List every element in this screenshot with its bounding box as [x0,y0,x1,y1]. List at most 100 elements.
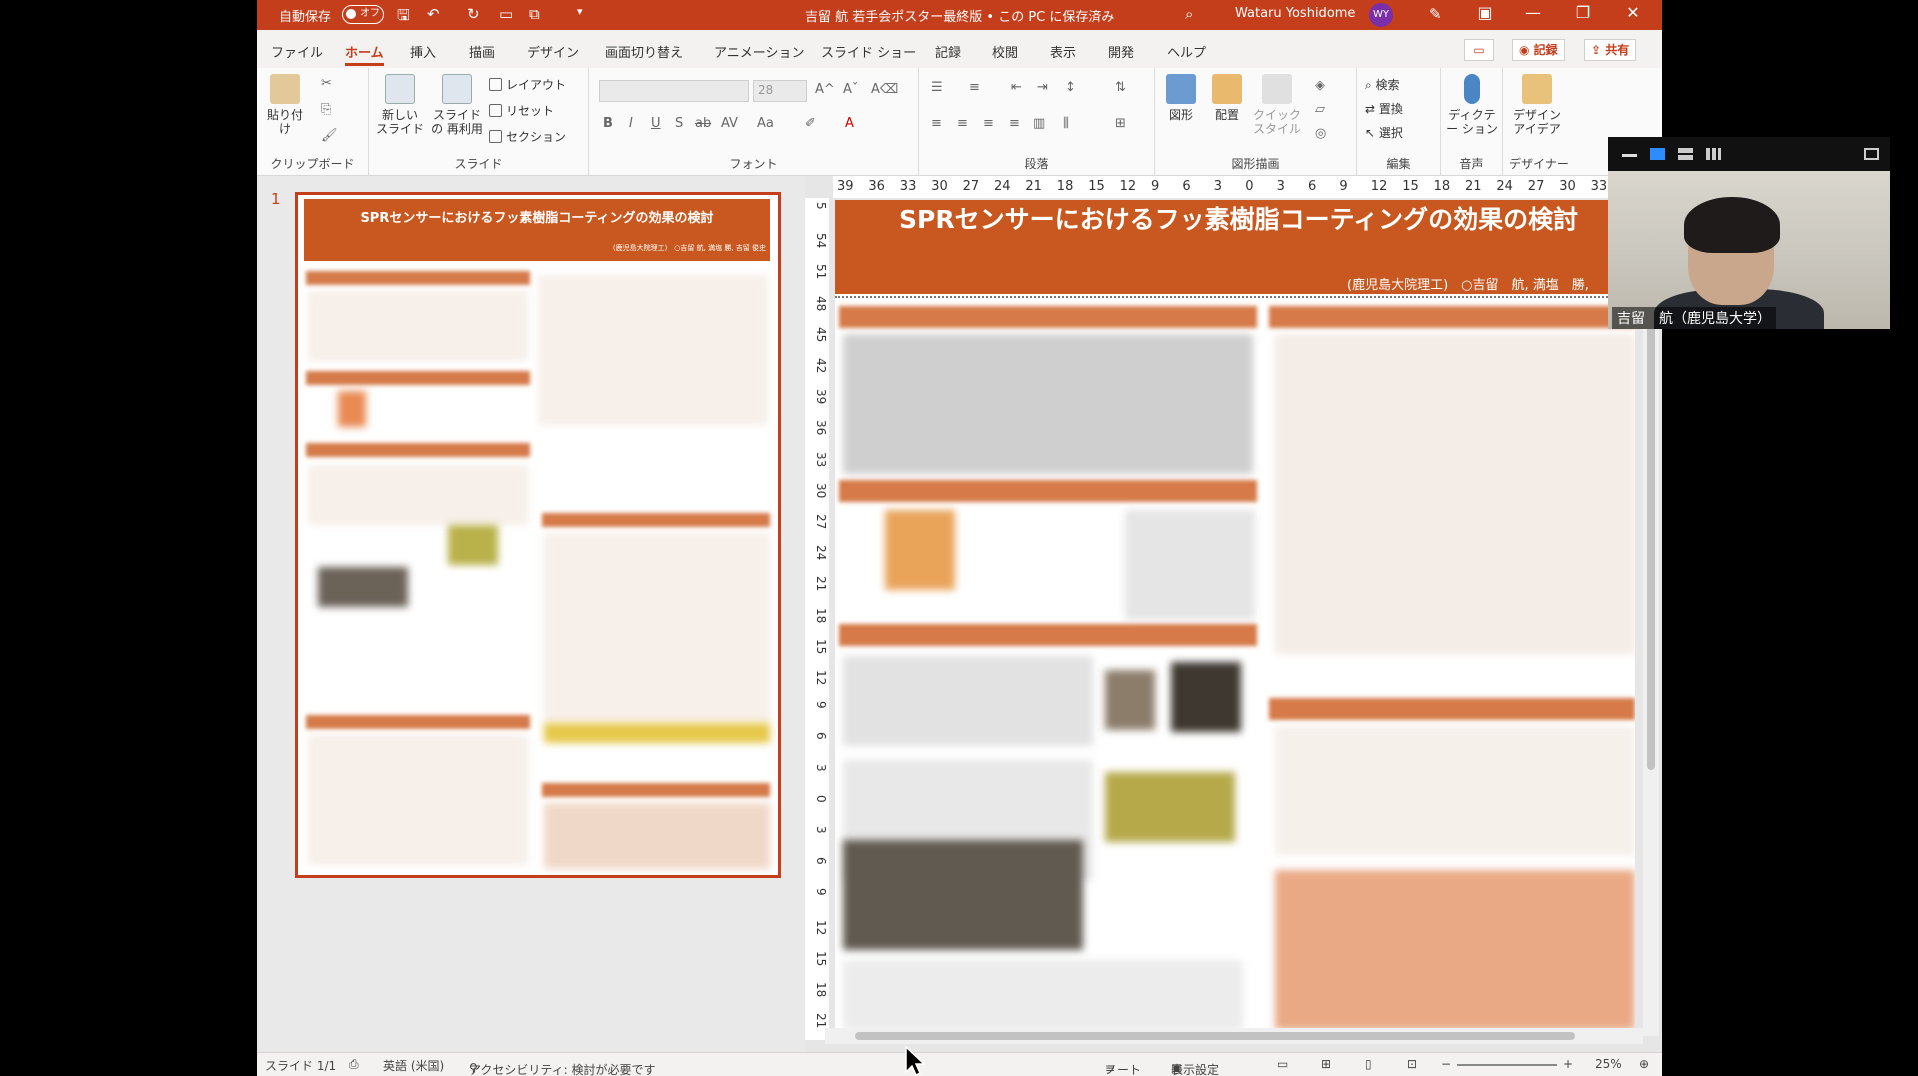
shrink-font-icon[interactable]: Aˇ [843,82,858,97]
tab-insert[interactable]: 挿入 [410,42,436,61]
copy-icon[interactable]: ⎘ [321,102,331,117]
arrange-button[interactable]: 配置 [1205,74,1249,122]
restore-icon[interactable]: ❐ [1563,3,1603,22]
slide-thumbnail[interactable]: SPRセンサーにおけるフッ素樹脂コーティングの効果の検討 (鹿児島大院理工) ○… [295,192,781,878]
present-icon[interactable]: ▭ [499,5,513,23]
ribbon-display-icon[interactable]: ▣ [1465,3,1505,22]
customize-qat-icon[interactable]: ▾ [577,5,583,18]
tab-review[interactable]: 校閲 [992,42,1018,61]
underline-icon[interactable]: U [651,116,661,131]
reading-view-icon[interactable]: ▯ [1365,1057,1372,1071]
quick-styles-button[interactable]: クイック スタイル [1253,74,1301,136]
minimize-video-icon[interactable] [1622,154,1637,157]
poster-title[interactable]: SPRセンサーにおけるフッ素樹脂コーティングの効果の検討 [899,200,1578,236]
tab-view[interactable]: 表示 [1050,42,1076,61]
tab-transitions[interactable]: 画面切り替え [605,42,683,61]
shape-fill-icon[interactable]: ◈ [1315,78,1325,93]
shadow-icon[interactable]: S [675,116,683,131]
new-slide-button[interactable]: 新しい スライド [375,74,425,136]
reuse-slides-button[interactable]: スライドの 再利用 [429,74,485,136]
design-ideas-button[interactable]: デザイン アイデア [1509,74,1565,136]
avatar[interactable]: WY [1369,3,1393,27]
slideshow-icon[interactable]: ⊡ [1407,1057,1417,1071]
align-center-icon[interactable]: ≡ [957,116,968,131]
grow-font-icon[interactable]: A^ [815,82,835,97]
share-button[interactable]: ⇪ 共有 [1584,39,1637,61]
smartart-icon[interactable]: ⊞ [1115,116,1126,131]
tab-home[interactable]: ホーム [345,42,384,66]
font-size-box[interactable]: 28 [753,80,807,102]
tab-developer[interactable]: 開発 [1108,42,1134,61]
zoom-out-icon[interactable]: − [1441,1057,1451,1071]
replace-button[interactable]: ⇄ 置換 [1365,100,1403,117]
font-name-box[interactable] [599,80,749,102]
speaker-view-icon[interactable] [1650,148,1665,160]
tab-draw[interactable]: 描画 [469,42,495,61]
cut-icon[interactable]: ✂ [321,76,332,91]
paste-button[interactable]: 貼り付け [263,74,307,136]
spacing-icon[interactable]: AV [721,116,738,131]
tab-help[interactable]: ヘルプ [1167,42,1206,61]
reset-button[interactable]: リセット [489,102,554,119]
case-icon[interactable]: Aa [757,116,774,131]
shape-icon[interactable]: ⧉ [529,5,540,23]
clear-format-icon[interactable]: A⌫ [871,82,898,97]
highlight-icon[interactable]: ✐ [805,116,816,131]
save-icon[interactable]: 🖫 [397,5,410,30]
gallery-strip-icon[interactable] [1678,148,1693,160]
autosave-toggle[interactable]: オフ [342,5,384,24]
shape-outline-icon[interactable]: ▱ [1315,102,1325,117]
shape-effects-icon[interactable]: ◎ [1315,126,1326,141]
font-color-icon[interactable]: A [845,116,854,131]
search-icon[interactable]: ⌕ [1185,5,1193,23]
strike-icon[interactable]: ab [695,116,711,131]
section-button[interactable]: セクション [489,128,566,145]
bullets-icon[interactable]: ☰ [931,80,943,95]
language-indicator[interactable]: 英語 (米国) [383,1057,444,1074]
justify-icon[interactable]: ≡ [1009,116,1020,131]
undo-icon[interactable]: ↶ [427,5,440,23]
spellcheck-icon[interactable]: ⎙ [349,1057,359,1072]
fit-slide-icon[interactable]: ⊕ [1639,1057,1649,1071]
align-right-icon[interactable]: ≡ [983,116,994,131]
decrease-indent-icon[interactable]: ⇤ [1011,80,1022,95]
columns-icon[interactable]: ⫼ [1063,116,1069,131]
italic-icon[interactable]: I [629,116,633,131]
redo-icon[interactable]: ↻ [467,5,480,23]
tab-file[interactable]: ファイル [271,42,323,61]
dictate-button[interactable]: ディクテー ション [1445,74,1499,136]
find-button[interactable]: ⌕ 検索 [1365,76,1400,93]
exit-minimize-icon[interactable] [1864,148,1879,160]
tab-slideshow[interactable]: スライド ショー [821,42,916,61]
increase-indent-icon[interactable]: ⇥ [1037,80,1048,95]
select-button[interactable]: ↖ 選択 [1365,124,1403,141]
tab-design[interactable]: デザイン [527,42,579,61]
poster-authors[interactable]: (鹿児島大院理工) ○吉留 航, 満塩 勝, [1347,274,1589,293]
video-call-window[interactable]: 吉留 航（鹿児島大学） [1608,137,1890,329]
tab-record[interactable]: 記録 [935,42,961,61]
gallery-grid-icon[interactable] [1706,148,1721,160]
align-left-icon[interactable]: ≡ [931,116,942,131]
horizontal-scrollbar[interactable] [825,1028,1643,1044]
zoom-slider[interactable] [1457,1064,1557,1066]
minimize-icon[interactable]: — [1513,3,1553,22]
text-direction-icon[interactable]: ⇅ [1115,80,1126,95]
slide-sorter-icon[interactable]: ⊞ [1321,1057,1331,1071]
shapes-button[interactable]: 図形 [1159,74,1203,122]
horizontal-scroll-thumb[interactable] [855,1032,1575,1040]
distribute-icon[interactable]: ▥ [1033,116,1045,131]
pen-icon[interactable]: ✎ [1429,5,1442,23]
comment-icon[interactable]: ▭ [1464,39,1494,61]
numbering-icon[interactable]: ≡ [969,80,980,95]
layout-button[interactable]: レイアウト [489,76,566,93]
close-icon[interactable]: ✕ [1613,3,1653,22]
zoom-in-icon[interactable]: + [1563,1057,1573,1071]
zoom-level[interactable]: 25% [1595,1057,1622,1071]
line-spacing-icon[interactable]: ↕ [1065,80,1076,95]
record-button[interactable]: ◉ 記録 [1512,39,1565,61]
bold-icon[interactable]: B [603,116,613,131]
slide-canvas[interactable]: SPRセンサーにおけるフッ素樹脂コーティングの効果の検討 (鹿児島大院理工) ○… [835,200,1635,1036]
format-painter-icon[interactable]: 🖌 [321,128,338,143]
normal-view-icon[interactable]: ▭ [1277,1057,1288,1071]
tab-animations[interactable]: アニメーション [714,42,804,61]
